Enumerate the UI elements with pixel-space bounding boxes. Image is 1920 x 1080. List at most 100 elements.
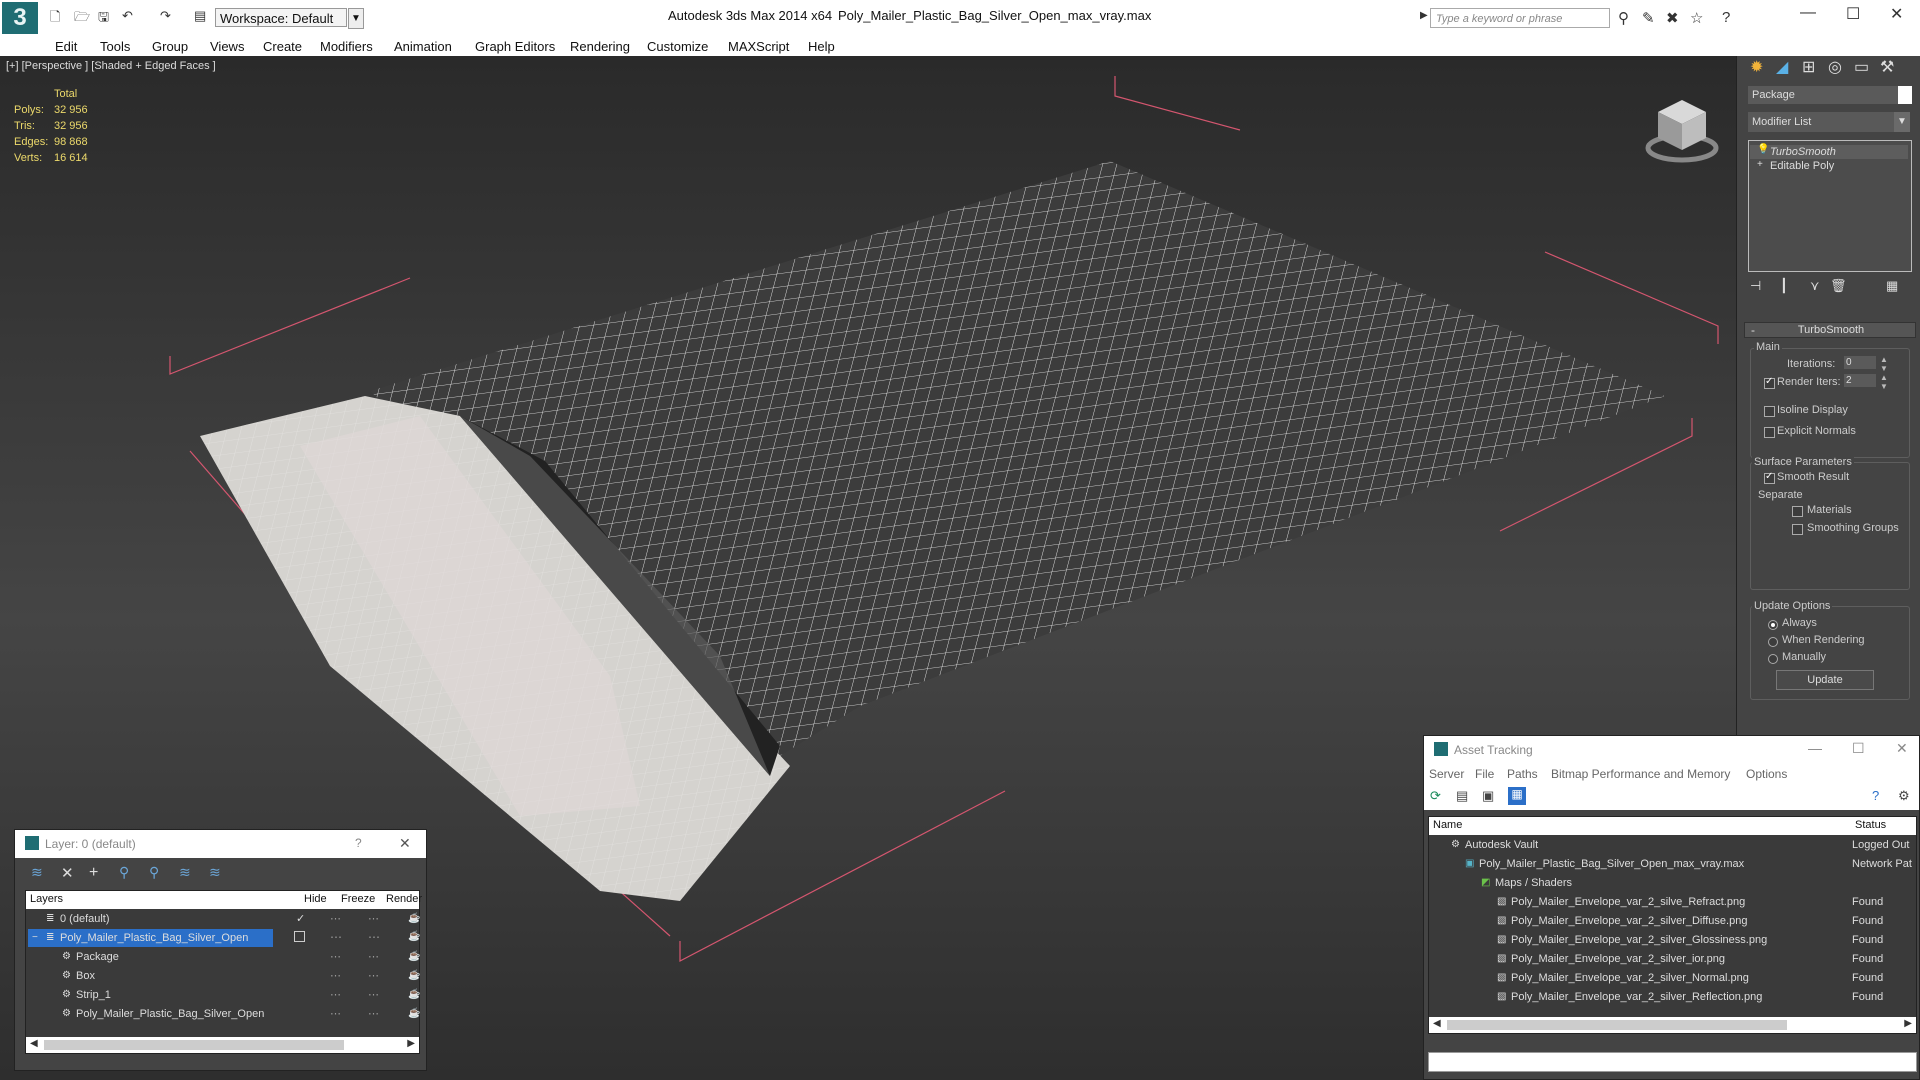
table-row[interactable]: ≣ 0 (default) ✓ ⋯ ⋯ ☕: [28, 910, 428, 928]
menu-graph-editors[interactable]: Graph Editors: [475, 39, 555, 54]
menu-edit[interactable]: Edit: [55, 39, 77, 54]
horizontal-scrollbar[interactable]: ◀ ▶: [1429, 1017, 1916, 1033]
lightbulb-icon[interactable]: 💡: [1757, 144, 1769, 155]
minimize-icon[interactable]: —: [1800, 4, 1816, 22]
column-render[interactable]: Render: [386, 893, 422, 905]
make-unique-icon[interactable]: ⋎: [1810, 278, 1820, 294]
render-toggle-icon[interactable]: ☕: [408, 986, 420, 1004]
column-hide[interactable]: Hide: [304, 893, 327, 905]
scroll-left-icon[interactable]: ◀: [30, 1038, 38, 1049]
table-row[interactable]: ⚙ Package ⋯ ⋯ ☕: [28, 948, 428, 966]
workspace-dropdown-icon[interactable]: ▼: [348, 8, 364, 29]
undo-icon[interactable]: ↶: [122, 8, 133, 24]
render-iters-checkbox[interactable]: [1764, 376, 1775, 389]
update-always-radio[interactable]: [1768, 620, 1778, 630]
maximize-icon[interactable]: ☐: [1852, 740, 1865, 757]
table-row[interactable]: − ≣ Poly_Mailer_Plastic_Bag_Silver_Open: [28, 929, 273, 947]
thumbnail-view-icon[interactable]: ▣: [1482, 788, 1494, 804]
iterations-spinner[interactable]: 0: [1844, 356, 1876, 369]
app-logo-icon[interactable]: 3: [2, 2, 38, 34]
freeze-toggle-icon[interactable]: ⋯: [368, 930, 380, 944]
hide-toggle-icon[interactable]: ⋯: [330, 967, 341, 985]
column-status[interactable]: Status: [1855, 819, 1886, 831]
chevron-down-icon[interactable]: ▼: [1894, 112, 1910, 132]
current-layer-check-icon[interactable]: ✓: [296, 910, 305, 928]
explicit-normals-checkbox[interactable]: [1764, 427, 1775, 438]
freeze-toggle-icon[interactable]: ⋯: [368, 910, 379, 928]
update-manually-radio[interactable]: [1768, 654, 1778, 664]
viewcube-icon[interactable]: [1642, 86, 1722, 176]
separate-materials-checkbox[interactable]: [1792, 506, 1803, 517]
communication-icon[interactable]: ✎: [1642, 9, 1655, 27]
menu-views[interactable]: Views: [210, 39, 244, 54]
close-icon[interactable]: ✕: [1896, 740, 1908, 757]
render-iters-spinner[interactable]: 2: [1844, 374, 1876, 387]
menu-tools[interactable]: Tools: [100, 39, 130, 54]
update-button[interactable]: Update: [1776, 670, 1874, 690]
column-layers[interactable]: Layers: [30, 893, 63, 905]
table-row[interactable]: ▧ Poly_Mailer_Envelope_var_2_silve_Refra…: [1429, 893, 1916, 911]
pin-stack-icon[interactable]: ⊣: [1750, 278, 1761, 294]
binoculars-icon[interactable]: ⚲: [1618, 9, 1629, 27]
utilities-tab-icon[interactable]: ⚒: [1880, 57, 1894, 77]
delete-layer-icon[interactable]: ✕: [61, 864, 74, 882]
table-row[interactable]: ⚙ Poly_Mailer_Plastic_Bag_Silver_Open ⋯ …: [28, 1005, 428, 1023]
render-toggle-icon[interactable]: ☕: [408, 1005, 420, 1023]
search-input[interactable]: Type a keyword or phrase: [1430, 8, 1610, 28]
select-objects-icon[interactable]: ⚲: [119, 864, 129, 881]
collapse-icon[interactable]: −: [32, 929, 38, 947]
object-color-swatch[interactable]: [1898, 86, 1912, 104]
scroll-left-icon[interactable]: ◀: [1433, 1018, 1441, 1029]
asset-menu-bitmap-performance[interactable]: Bitmap Performance and Memory: [1551, 767, 1730, 781]
asset-menu-paths[interactable]: Paths: [1507, 767, 1538, 781]
spinner-arrows-icon[interactable]: ▲ ▼: [1880, 373, 1888, 391]
exchange-icon[interactable]: ✖: [1666, 9, 1679, 27]
new-file-icon[interactable]: 🗋: [50, 8, 60, 30]
help-icon[interactable]: ?: [1872, 788, 1879, 803]
hide-toggle-icon[interactable]: ⋯: [330, 930, 342, 944]
remove-modifier-icon[interactable]: 🗑: [1830, 278, 1847, 294]
table-row[interactable]: ⚙ Box ⋯ ⋯ ☕: [28, 967, 428, 985]
spinner-arrows-icon[interactable]: ▲ ▼: [1880, 355, 1888, 373]
table-row[interactable]: ◩ Maps / Shaders: [1429, 874, 1916, 892]
scroll-right-icon[interactable]: ▶: [1904, 1018, 1912, 1029]
table-row[interactable]: ⚙ Autodesk Vault Logged Out: [1429, 836, 1916, 854]
favorites-star-icon[interactable]: ☆: [1690, 9, 1703, 27]
scrollbar-thumb[interactable]: [44, 1040, 344, 1050]
table-row[interactable]: ▧ Poly_Mailer_Envelope_var_2_silver_Norm…: [1429, 969, 1916, 987]
help-icon[interactable]: ?: [1722, 9, 1730, 26]
hide-toggle-icon[interactable]: ⋯: [330, 948, 341, 966]
modifier-list-dropdown[interactable]: Modifier List: [1748, 112, 1900, 132]
table-row[interactable]: ▧ Poly_Mailer_Envelope_var_2_silver_Refl…: [1429, 988, 1916, 1006]
asset-menu-server[interactable]: Server: [1429, 767, 1464, 781]
render-toggle-icon[interactable]: ☕: [408, 967, 420, 985]
stack-item-turbosmooth[interactable]: TurboSmooth: [1750, 145, 1908, 159]
freeze-toggle-icon[interactable]: ⋯: [368, 967, 379, 985]
table-view-icon[interactable]: ▦: [1508, 787, 1526, 805]
freeze-toggle-icon[interactable]: ⋯: [368, 1005, 379, 1023]
close-icon[interactable]: ✕: [399, 835, 411, 852]
redo-icon[interactable]: ↷: [160, 8, 171, 24]
highlight-layer-icon[interactable]: ⚲: [149, 864, 159, 881]
add-to-layer-icon[interactable]: +: [89, 864, 98, 882]
display-tab-icon[interactable]: ▭: [1854, 57, 1869, 77]
project-icon[interactable]: ▤: [194, 8, 206, 24]
new-layer-icon[interactable]: ≋: [31, 864, 43, 881]
render-toggle-icon[interactable]: ☕: [408, 910, 420, 928]
scrollbar-thumb[interactable]: [1447, 1020, 1787, 1030]
hierarchy-tab-icon[interactable]: ⊞: [1802, 57, 1815, 77]
configure-modifier-sets-icon[interactable]: ▦: [1886, 278, 1898, 294]
list-view-icon[interactable]: ▤: [1456, 788, 1468, 804]
menu-create[interactable]: Create: [263, 39, 302, 54]
expand-plus-icon[interactable]: +: [1757, 159, 1763, 170]
settings-icon[interactable]: ⚙: [1898, 788, 1910, 804]
asset-menu-options[interactable]: Options: [1746, 767, 1787, 781]
menu-rendering[interactable]: Rendering: [570, 39, 630, 54]
help-icon[interactable]: ?: [355, 836, 362, 850]
save-file-icon[interactable]: 🖫: [98, 8, 109, 30]
isoline-display-checkbox[interactable]: [1764, 406, 1775, 417]
show-end-result-icon[interactable]: ┃: [1780, 278, 1788, 294]
hide-toggle-icon[interactable]: ⋯: [330, 910, 341, 928]
hide-all-icon[interactable]: ≋: [179, 864, 191, 881]
column-freeze[interactable]: Freeze: [341, 893, 375, 905]
